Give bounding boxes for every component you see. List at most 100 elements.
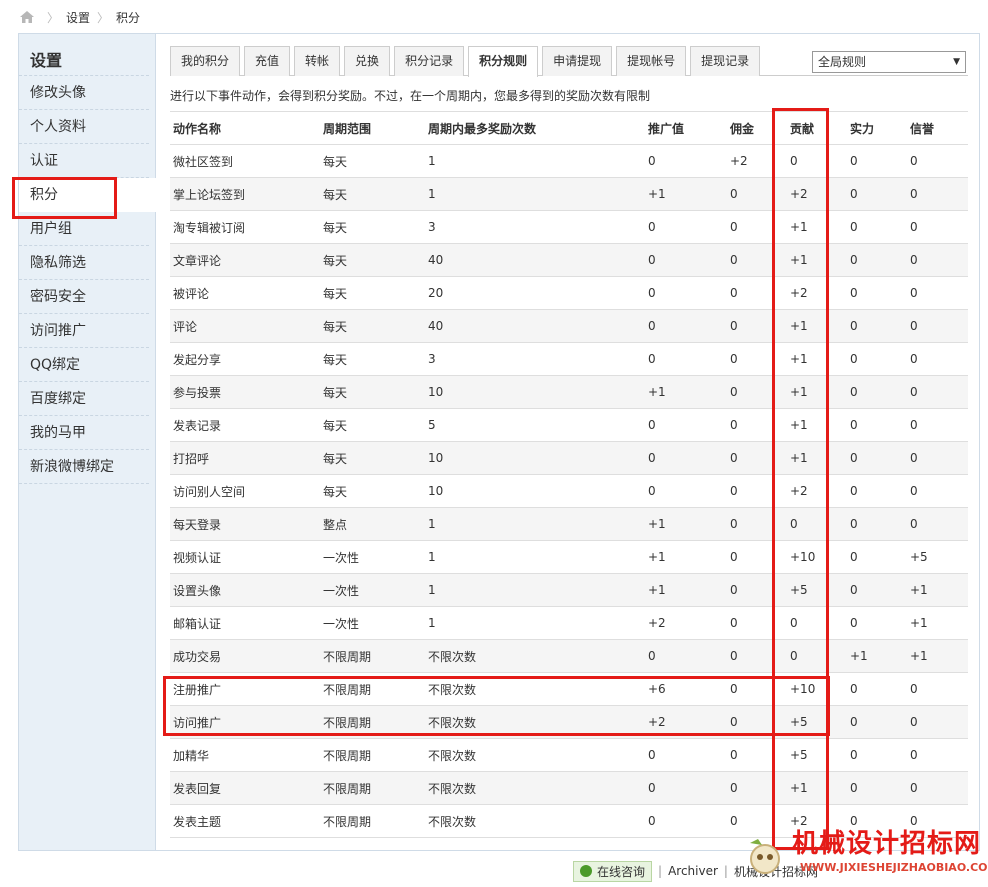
cell-promotion: 0 <box>645 639 727 673</box>
cell-max-times: 1 <box>425 144 645 178</box>
table-row: 文章评论 每天 40 0 0 +1 0 0 <box>170 243 968 277</box>
breadcrumb-separator: 〉 <box>97 10 110 25</box>
home-icon[interactable] <box>20 11 34 23</box>
cell-cycle: 不限周期 <box>320 771 425 805</box>
cell-contribution: +1 <box>787 309 847 343</box>
tab-withdraw-account[interactable]: 提现帐号 <box>616 46 687 76</box>
table-row: 注册推广 不限周期 不限次数 +6 0 +10 0 0 <box>170 672 968 706</box>
archiver-link[interactable]: Archiver <box>668 864 718 878</box>
cell-promotion: +2 <box>645 606 727 640</box>
cell-contribution: +10 <box>787 672 847 706</box>
cell-max-times: 3 <box>425 210 645 244</box>
cell-commission: 0 <box>727 771 787 805</box>
sidebar-item-privacy[interactable]: 隐私筛选 <box>19 246 149 280</box>
cell-max-times: 20 <box>425 276 645 310</box>
cell-commission: 0 <box>727 474 787 508</box>
cell-max-times: 40 <box>425 309 645 343</box>
cell-contribution: 0 <box>787 144 847 178</box>
cell-strength: 0 <box>847 771 907 805</box>
cell-action: 加精华 <box>170 738 320 772</box>
cell-reputation: 0 <box>907 276 968 310</box>
cell-max-times: 不限次数 <box>425 672 645 706</box>
cell-action: 参与投票 <box>170 375 320 409</box>
cell-contribution: 0 <box>787 606 847 640</box>
cell-contribution: 0 <box>787 507 847 541</box>
dropdown-arrow-icon: ▼ <box>953 57 960 67</box>
tab-my-points[interactable]: 我的积分 <box>170 46 241 76</box>
cell-promotion: 0 <box>645 474 727 508</box>
cell-cycle: 一次性 <box>320 606 425 640</box>
online-consult-button[interactable]: 在线咨询 <box>573 860 653 882</box>
breadcrumb-item-points[interactable]: 积分 <box>116 9 140 26</box>
tab-points-rules[interactable]: 积分规则 <box>468 46 539 77</box>
cell-cycle: 每天 <box>320 309 425 343</box>
cell-promotion: +1 <box>645 573 727 607</box>
cell-action: 被评论 <box>170 276 320 310</box>
cell-max-times: 1 <box>425 573 645 607</box>
cell-commission: 0 <box>727 408 787 442</box>
cell-strength: 0 <box>847 474 907 508</box>
cell-strength: 0 <box>847 144 907 178</box>
sidebar-item-password[interactable]: 密码安全 <box>19 280 149 314</box>
cell-contribution: +1 <box>787 375 847 409</box>
sidebar-item-verify[interactable]: 认证 <box>19 144 149 178</box>
table-row: 访问推广 不限周期 不限次数 +2 0 +5 0 0 <box>170 705 968 739</box>
sidebar-item-baidu[interactable]: 百度绑定 <box>19 382 149 416</box>
tab-withdraw-apply[interactable]: 申请提现 <box>542 46 613 76</box>
sidebar-item-avatar[interactable]: 修改头像 <box>19 76 149 110</box>
cell-contribution: +1 <box>787 408 847 442</box>
breadcrumb-item-settings[interactable]: 设置 <box>66 9 90 26</box>
table-row: 被评论 每天 20 0 0 +2 0 0 <box>170 276 968 310</box>
cell-action: 访问推广 <box>170 705 320 739</box>
cell-strength: 0 <box>847 177 907 211</box>
cell-reputation: 0 <box>907 672 968 706</box>
cell-action: 每天登录 <box>170 507 320 541</box>
tab-transfer[interactable]: 转帐 <box>294 46 341 76</box>
cell-promotion: 0 <box>645 243 727 277</box>
footer-separator: | <box>658 864 663 878</box>
tab-exchange[interactable]: 兑换 <box>344 46 391 76</box>
header-cycle: 周期范围 <box>320 111 425 145</box>
cell-promotion: +2 <box>645 705 727 739</box>
cell-strength: 0 <box>847 408 907 442</box>
cell-cycle: 每天 <box>320 243 425 277</box>
cell-contribution: 0 <box>787 639 847 673</box>
cell-commission: 0 <box>727 441 787 475</box>
header-commission: 佣金 <box>727 111 787 145</box>
table-row: 参与投票 每天 10 +1 0 +1 0 0 <box>170 375 968 409</box>
cell-promotion: 0 <box>645 342 727 376</box>
sidebar-item-qq[interactable]: QQ绑定 <box>19 348 149 382</box>
cell-reputation: 0 <box>907 705 968 739</box>
rule-scope-value: 全局规则 <box>818 55 867 69</box>
rule-scope-select[interactable]: 全局规则 ▼ <box>812 51 966 73</box>
cell-max-times: 1 <box>425 507 645 541</box>
cell-action: 掌上论坛签到 <box>170 177 320 211</box>
sidebar-item-profile[interactable]: 个人资料 <box>19 110 149 144</box>
tab-recharge[interactable]: 充值 <box>244 46 291 76</box>
cell-strength: 0 <box>847 507 907 541</box>
table-row: 每天登录 整点 1 +1 0 0 0 0 <box>170 507 968 541</box>
sidebar-item-vest[interactable]: 我的马甲 <box>19 416 149 450</box>
cell-contribution: +5 <box>787 573 847 607</box>
sidebar-item-weibo[interactable]: 新浪微博绑定 <box>19 450 149 484</box>
cell-contribution: +2 <box>787 474 847 508</box>
tab-points-log[interactable]: 积分记录 <box>394 46 465 76</box>
cell-contribution: +1 <box>787 771 847 805</box>
table-row: 淘专辑被订阅 每天 3 0 0 +1 0 0 <box>170 210 968 244</box>
cell-max-times: 10 <box>425 441 645 475</box>
cell-contribution: +2 <box>787 177 847 211</box>
sidebar-item-points[interactable]: 积分 <box>19 178 156 212</box>
cell-contribution: +2 <box>787 276 847 310</box>
cell-strength: 0 <box>847 342 907 376</box>
cell-commission: 0 <box>727 606 787 640</box>
online-consult-label: 在线咨询 <box>597 864 646 879</box>
watermark: 机械设计招标网 WWW.JIXIESHEJIZHAOBIAO.COM <box>740 823 988 885</box>
watermark-logo-icon <box>750 839 780 874</box>
cell-cycle: 不限周期 <box>320 705 425 739</box>
sidebar-item-promotion[interactable]: 访问推广 <box>19 314 149 348</box>
tab-withdraw-log[interactable]: 提现记录 <box>690 46 761 76</box>
cell-reputation: 0 <box>907 309 968 343</box>
cell-max-times: 不限次数 <box>425 738 645 772</box>
sidebar-item-usergroup[interactable]: 用户组 <box>19 212 149 246</box>
watermark-text: 机械设计招标网 <box>792 829 982 859</box>
